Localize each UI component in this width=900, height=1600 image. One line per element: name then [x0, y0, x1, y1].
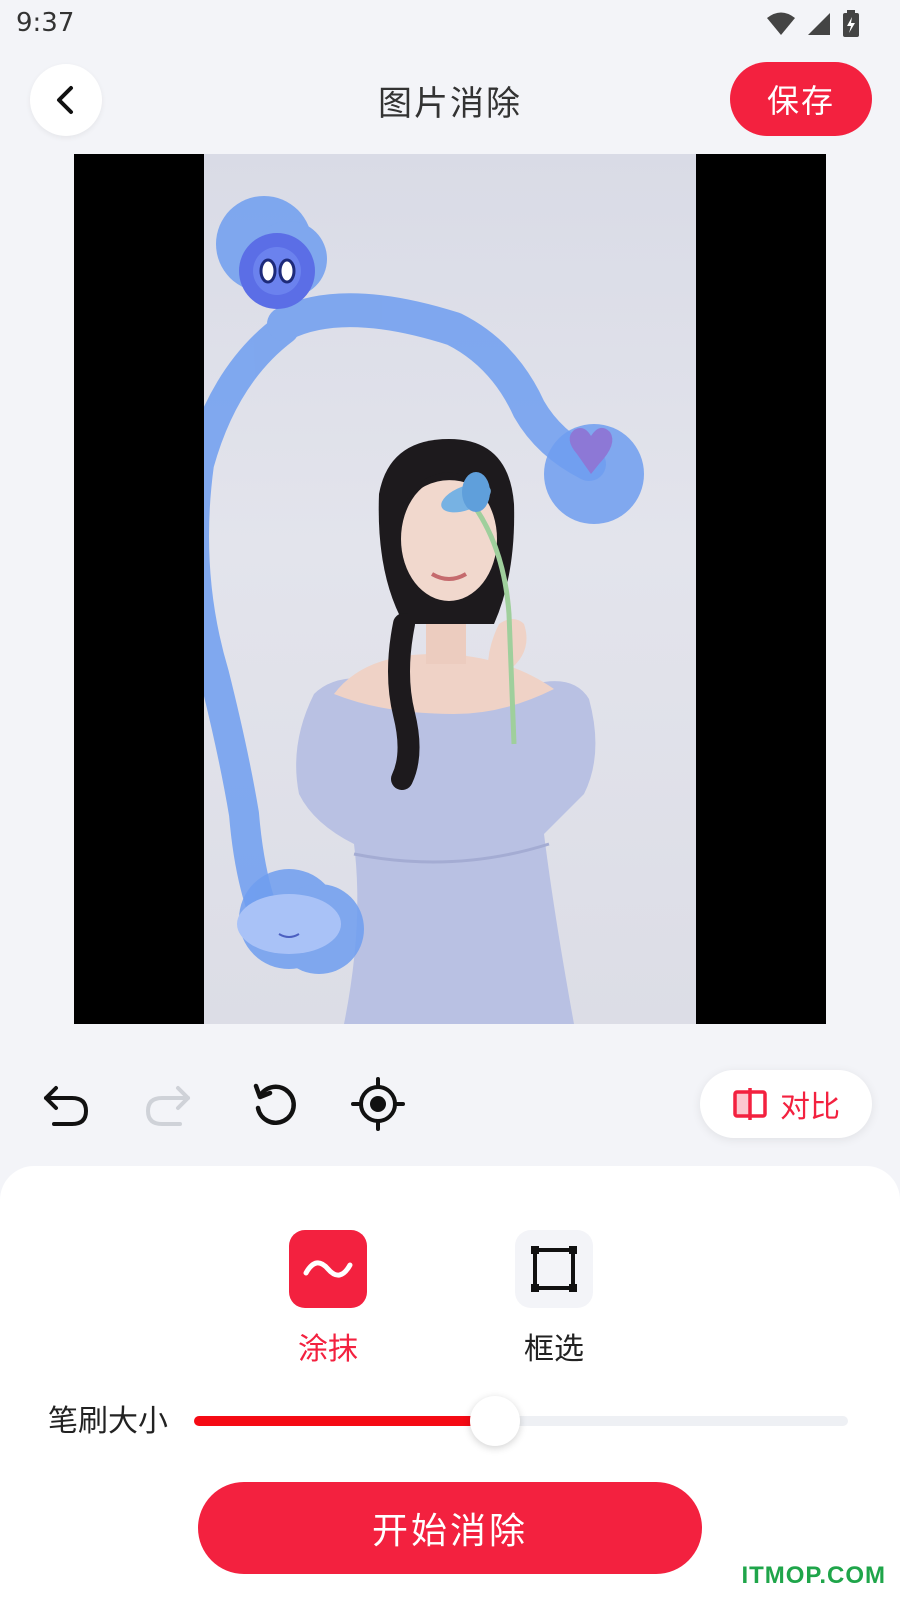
slider-fill [194, 1416, 495, 1426]
compare-label: 对比 [780, 1090, 840, 1125]
edit-toolbar: 对比 [0, 1064, 900, 1144]
status-bar: 9:37 [0, 0, 900, 48]
redo-icon [145, 1086, 190, 1126]
signal-icon [808, 13, 830, 35]
redo-button[interactable] [138, 1074, 198, 1134]
brush-size-row: 笔刷大小 [0, 1390, 900, 1450]
compare-icon [733, 1088, 767, 1120]
undo-icon [44, 1086, 89, 1126]
reset-button[interactable] [244, 1074, 304, 1134]
mode-smear[interactable]: 涂抹 [268, 1230, 388, 1368]
battery-icon [843, 10, 859, 37]
header: 图片消除 保存 [0, 56, 900, 146]
start-erase-button[interactable]: 开始消除 [198, 1482, 702, 1574]
status-time: 9:37 [16, 8, 75, 38]
save-button[interactable]: 保存 [730, 62, 872, 136]
photo [204, 154, 696, 1024]
bottom-panel: 涂抹 框选 笔刷大小 开始消除 [0, 1166, 900, 1600]
cloud-sticker [237, 894, 341, 954]
watermark: ITMOP.COM [741, 1562, 886, 1589]
slider-thumb[interactable] [469, 1396, 520, 1446]
image-canvas[interactable] [74, 154, 826, 1024]
crosshair-icon [351, 1077, 405, 1131]
square-select-icon [515, 1230, 593, 1308]
brush-size-label: 笔刷大小 [48, 1404, 168, 1439]
reset-icon [253, 1083, 296, 1126]
status-icons [766, 10, 860, 38]
mode-box-select[interactable]: 框选 [494, 1230, 614, 1368]
locate-button[interactable] [348, 1074, 408, 1134]
mode-box-select-label: 框选 [524, 1332, 584, 1367]
compare-button[interactable]: 对比 [700, 1070, 872, 1138]
undo-button[interactable] [36, 1074, 96, 1134]
flower-sticker [239, 233, 315, 309]
wave-icon [289, 1230, 367, 1308]
photo-illustration [204, 196, 644, 1024]
wifi-icon [767, 12, 795, 35]
brush-size-slider[interactable] [194, 1396, 848, 1446]
mode-smear-label: 涂抹 [298, 1332, 358, 1367]
